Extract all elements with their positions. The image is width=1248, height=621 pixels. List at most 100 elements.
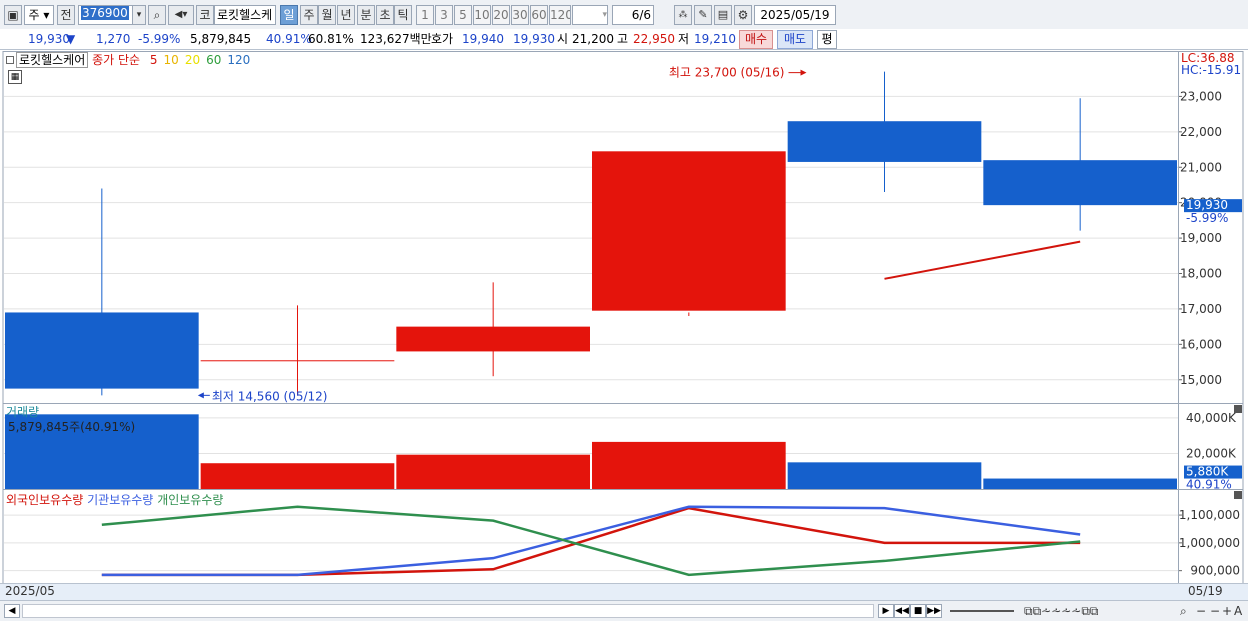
period-tab-0[interactable]: 일: [280, 5, 298, 25]
candle-body: [983, 160, 1177, 206]
holding-tick-label: 900,000: [1190, 564, 1240, 578]
high-label: 고: [617, 32, 629, 46]
market-select[interactable]: 주 ▾: [24, 5, 54, 25]
price-tick-label: 15,000: [1180, 373, 1222, 387]
volume: 5,879,845: [190, 32, 252, 46]
trade-value: 123,627백만: [360, 32, 432, 46]
low-label: 저: [678, 32, 690, 46]
fast-forward-icon[interactable]: ▶▶: [926, 604, 942, 618]
ask-price: 19,940: [462, 32, 504, 46]
legend-individual: 개인보유수량: [157, 493, 224, 507]
interval-input[interactable]: ▾: [572, 5, 608, 25]
eval-button[interactable]: 평: [817, 30, 837, 49]
scroll-left-icon[interactable]: ◀: [4, 604, 20, 618]
volume-bar: [396, 454, 590, 489]
legend-ma-0: 5: [149, 53, 158, 67]
price-tick-label: 17,000: [1180, 302, 1222, 316]
market-code-prefix: 코: [196, 5, 214, 25]
period-tab-4[interactable]: 분: [357, 5, 375, 25]
current-volume-pct: 40.91%: [1186, 478, 1232, 492]
sound-dropdown-icon[interactable]: ◀▾: [168, 5, 194, 25]
bid-price: 19,930: [513, 32, 555, 46]
volume-bar: [787, 462, 982, 489]
legend-ma-4: 120: [227, 53, 251, 67]
volume-tick-label: 20,000K: [1186, 446, 1237, 460]
period-tab-6[interactable]: 틱: [394, 5, 412, 25]
chart-legend: 로킷헬스케어 종가 단순 5 10 20 60 120: [6, 52, 250, 68]
price-tick-label: 19,000: [1180, 231, 1222, 245]
stop-icon[interactable]: ■: [910, 604, 926, 618]
price-tick-label: 23,000: [1180, 89, 1222, 103]
zoom-slider[interactable]: [950, 610, 1014, 612]
volume-ratio: 40.91%: [266, 32, 312, 46]
legend-foreign: 외국인보유수량: [6, 493, 84, 507]
holding-tick-label: 1,000,000: [1179, 536, 1240, 550]
interval-button-3[interactable]: 10: [473, 5, 491, 25]
candle-body: [396, 326, 590, 352]
price-change: 1,270: [96, 32, 131, 46]
legend-institution: 기관보유수량: [87, 493, 154, 507]
search-icon[interactable]: ⌕: [148, 5, 166, 25]
price-tick-label: 18,000: [1180, 267, 1222, 281]
price-tick-label: 16,000: [1180, 337, 1222, 351]
market-label: 주: [28, 8, 40, 22]
period-tab-5[interactable]: 초: [376, 5, 394, 25]
interval-button-4[interactable]: 20: [492, 5, 510, 25]
price-tick-label: 21,000: [1180, 160, 1222, 174]
interval-button-6[interactable]: 60: [530, 5, 548, 25]
candle-body: [5, 312, 199, 389]
grid-settings-icon[interactable]: ▦: [8, 70, 22, 84]
date-field[interactable]: 2025/05/19: [754, 5, 836, 25]
legend-ma-2: 20: [184, 53, 201, 67]
top-toolbar: ▣ 주 ▾ 전 376900 ▾ ⌕ ◀▾ 코 로킷헬스케 일주월년분초틱 13…: [0, 0, 1248, 30]
rewind-icon[interactable]: ◀◀: [894, 604, 910, 618]
stock-name-field[interactable]: 로킷헬스케: [214, 5, 276, 25]
chart-area[interactable]: 15,00016,00017,00018,00019,00020,00021,0…: [0, 51, 1248, 600]
price-direction-icon: ▼: [66, 32, 76, 46]
period-tab-3[interactable]: 년: [337, 5, 355, 25]
zoom-icon[interactable]: ⌕: [1180, 604, 1187, 619]
interval-button-2[interactable]: 5: [454, 5, 472, 25]
interval-button-1[interactable]: 3: [435, 5, 453, 25]
save-icon[interactable]: ▤: [714, 5, 732, 25]
volume-bar: [983, 478, 1177, 489]
bottom-scrollbar: ◀ ▶ ◀◀ ■ ▶▶ ⧉⧉⩪⩪⩪⩪⧉⧉ ⌕ − − + A: [0, 600, 1248, 621]
scroll-track[interactable]: [22, 604, 874, 618]
gear-icon[interactable]: ⚙: [734, 5, 752, 25]
zoom-out-icon[interactable]: −: [1196, 604, 1206, 618]
zoom-in-icon[interactable]: +: [1222, 604, 1232, 618]
link-icon[interactable]: ⁂: [674, 5, 692, 25]
sell-button[interactable]: 매도: [777, 30, 813, 49]
page-counter: 6/6: [612, 5, 654, 25]
current-price-label: 19,930: [1186, 198, 1228, 212]
minus-icon[interactable]: −: [1210, 604, 1220, 618]
candle-body: [200, 360, 395, 362]
candle-body: [592, 151, 786, 311]
stock-code-value: 376900: [81, 6, 129, 20]
turnover: 60.81%: [308, 32, 354, 46]
volume-bar: [592, 441, 786, 489]
scroll-right-icon[interactable]: ▶: [878, 604, 894, 618]
period-tab-1[interactable]: 주: [300, 5, 318, 25]
hc-label: HC:-15.91: [1181, 63, 1242, 77]
candle-body: [787, 121, 982, 162]
interval-button-5[interactable]: 30: [511, 5, 529, 25]
period-tab-2[interactable]: 월: [318, 5, 336, 25]
legend-stock-name[interactable]: 로킷헬스케어: [16, 52, 89, 68]
interval-button-7[interactable]: 120: [549, 5, 571, 25]
legend-box-icon[interactable]: [6, 56, 14, 64]
open-label: 시: [557, 32, 569, 46]
holding-tick-label: 1,100,000: [1179, 508, 1240, 522]
draw-tool-icon[interactable]: ✎: [694, 5, 712, 25]
legend-ma-1: 10: [163, 53, 179, 67]
price-tick-label: 22,000: [1180, 125, 1222, 139]
buy-button[interactable]: 매수: [739, 30, 773, 49]
font-size-icon[interactable]: A: [1234, 604, 1242, 618]
x-axis-left-label: 2025/05: [5, 584, 55, 598]
interval-button-0[interactable]: 1: [416, 5, 434, 25]
code-dropdown-icon[interactable]: ▾: [132, 5, 146, 25]
tool-icons[interactable]: ⧉⧉⩪⩪⩪⩪⧉⧉: [1024, 604, 1099, 619]
window-menu-icon[interactable]: ▣: [4, 5, 22, 25]
prev-button[interactable]: 전: [57, 5, 75, 25]
current-pct-label: -5.99%: [1186, 211, 1228, 225]
